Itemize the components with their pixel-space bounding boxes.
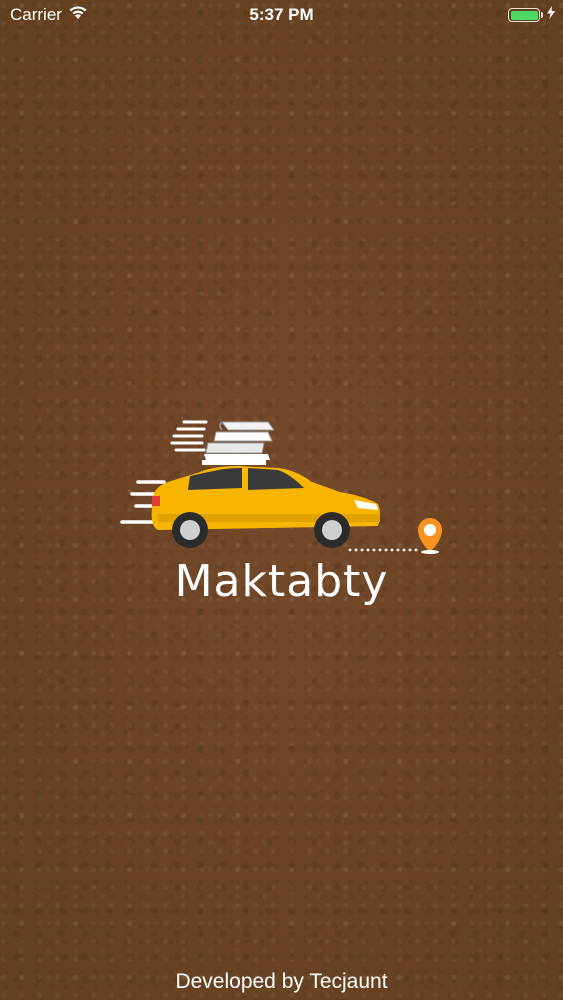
status-time: 5:37 PM <box>249 5 314 24</box>
location-pin-icon <box>418 518 442 554</box>
battery-icon <box>508 8 540 22</box>
app-name: Maktabty <box>174 556 389 607</box>
books-icon <box>202 421 275 465</box>
route-dots-icon <box>348 548 418 552</box>
car-icon <box>151 466 380 548</box>
developer-credit: Developed by Tecjaunt <box>175 970 388 993</box>
battery-fill <box>510 10 538 20</box>
books-speed-lines-icon <box>170 420 208 452</box>
status-right <box>508 6 555 24</box>
app-logo <box>118 410 448 560</box>
charging-bolt-icon <box>547 6 555 24</box>
battery-cap <box>541 12 543 18</box>
status-bar: Carrier 5:37 PM <box>0 0 563 30</box>
